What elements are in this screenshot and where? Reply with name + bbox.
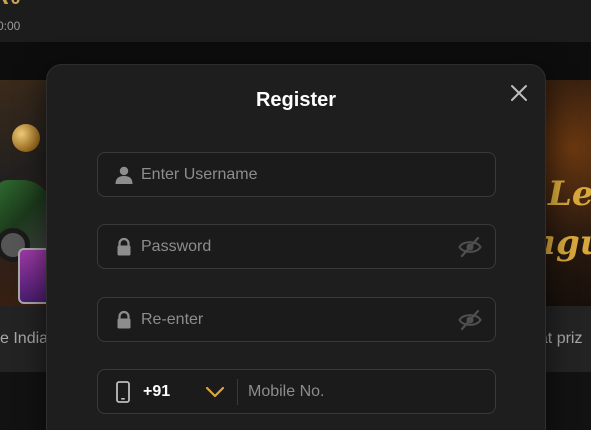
close-button[interactable] bbox=[507, 81, 531, 105]
reenter-password-input[interactable] bbox=[141, 298, 441, 341]
promo-headline-1: Le bbox=[548, 174, 591, 214]
chevron-down-icon bbox=[205, 386, 225, 398]
mobile-input[interactable] bbox=[248, 370, 488, 413]
lock-icon bbox=[117, 237, 131, 256]
password-input[interactable] bbox=[141, 225, 441, 268]
close-icon bbox=[511, 85, 527, 101]
balance-amount: ₹0 bbox=[0, 0, 21, 9]
username-field[interactable] bbox=[97, 152, 496, 197]
timer-text: 0:00 bbox=[0, 19, 21, 33]
divider bbox=[237, 379, 238, 405]
register-modal: Register Enter Username +91 Mobile No. bbox=[46, 64, 546, 430]
top-bar: ₹0 0:00 bbox=[0, 0, 591, 42]
country-code-select[interactable]: +91 bbox=[138, 370, 233, 413]
lock-icon bbox=[117, 310, 131, 329]
reenter-password-field[interactable] bbox=[97, 297, 496, 342]
mobile-icon bbox=[116, 381, 130, 403]
username-input[interactable] bbox=[141, 153, 441, 196]
eye-off-icon[interactable] bbox=[458, 309, 482, 331]
football-icon bbox=[12, 124, 40, 152]
user-icon bbox=[115, 166, 133, 184]
eye-off-icon[interactable] bbox=[458, 236, 482, 258]
modal-title: Register bbox=[255, 89, 337, 111]
country-code-value: +91 bbox=[143, 383, 171, 400]
password-field[interactable] bbox=[97, 224, 496, 269]
mobile-field[interactable]: +91 bbox=[97, 369, 496, 414]
